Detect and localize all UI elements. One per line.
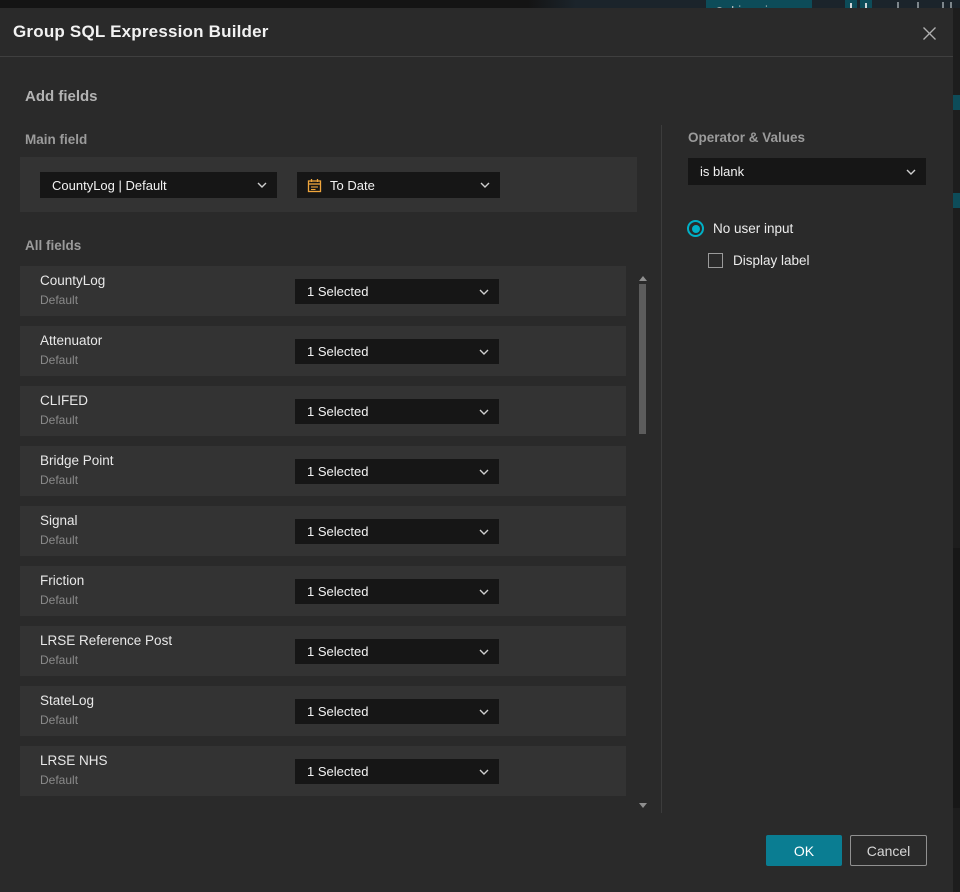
main-field-date-value: To Date <box>330 177 375 193</box>
field-subtitle: Default <box>40 653 79 667</box>
panel-divider <box>661 125 662 813</box>
main-field-select[interactable]: CountyLog | Default <box>40 172 277 198</box>
field-row: Friction Default 1 Selected <box>20 566 626 616</box>
field-name: LRSE Reference Post <box>40 633 173 648</box>
field-selected-value: 1 Selected <box>307 344 369 359</box>
operator-select-value: is blank <box>700 164 745 179</box>
field-selected-dropdown[interactable]: 1 Selected <box>295 699 499 724</box>
chevron-down-icon <box>479 769 489 775</box>
field-name: CLIFED <box>40 393 89 408</box>
field-selected-value: 1 Selected <box>307 644 369 659</box>
field-row: StateLog Default 1 Selected <box>20 686 626 736</box>
field-subtitle: Default <box>40 353 79 367</box>
background-dark-segment <box>953 548 960 808</box>
field-name: Friction <box>40 573 85 588</box>
field-name: LRSE NHS <box>40 753 108 768</box>
chevron-down-icon <box>479 349 489 355</box>
chevron-down-icon <box>479 529 489 535</box>
live-view-button[interactable]: Live view <box>706 0 812 8</box>
close-button[interactable] <box>918 22 940 44</box>
dialog-title: Group SQL Expression Builder <box>13 22 269 41</box>
field-name: CountyLog <box>40 273 106 288</box>
chevron-down-icon <box>906 169 916 175</box>
main-field-date-select[interactable]: To Date <box>297 172 500 198</box>
no-user-input-option: No user input <box>687 220 793 237</box>
radio-button-selected[interactable] <box>687 220 704 237</box>
add-fields-heading: Add fields <box>25 88 98 105</box>
field-subtitle: Default <box>40 593 79 607</box>
operator-values-heading: Operator & Values <box>688 130 806 145</box>
field-selected-value: 1 Selected <box>307 704 369 719</box>
background-teal-segment <box>953 193 960 208</box>
group-sql-expression-builder-dialog: Group SQL Expression Builder Add fields … <box>0 8 953 892</box>
dialog-title-bar: Group SQL Expression Builder <box>0 8 953 57</box>
cancel-button[interactable]: Cancel <box>850 835 927 866</box>
field-subtitle: Default <box>40 413 79 427</box>
field-name: Attenuator <box>40 333 103 348</box>
field-selected-value: 1 Selected <box>307 584 369 599</box>
main-field-label: Main field <box>25 132 88 147</box>
radio-dot <box>691 224 700 233</box>
field-subtitle: Default <box>40 713 79 727</box>
calendar-icon <box>307 178 322 193</box>
toolbar-button[interactable] <box>845 0 857 8</box>
scroll-down-icon[interactable] <box>639 803 647 808</box>
field-subtitle: Default <box>40 773 79 787</box>
no-user-input-label: No user input <box>713 221 794 236</box>
chevron-down-icon <box>479 409 489 415</box>
screen: Live view Group SQL Expression Builder A… <box>0 0 960 892</box>
ok-button[interactable]: OK <box>766 835 842 866</box>
background-teal-segment <box>953 95 960 110</box>
field-selected-dropdown[interactable]: 1 Selected <box>295 639 499 664</box>
field-selected-value: 1 Selected <box>307 284 369 299</box>
fields-scrollbar[interactable] <box>638 262 647 810</box>
chevron-down-icon <box>479 289 489 295</box>
field-subtitle: Default <box>40 533 79 547</box>
chevron-down-icon <box>479 649 489 655</box>
background-app-topbar: Live view <box>0 0 960 8</box>
background-app-right-sliver <box>953 8 960 892</box>
field-row: LRSE Reference Post Default 1 Selected <box>20 626 626 676</box>
scroll-up-icon[interactable] <box>639 276 647 281</box>
field-selected-dropdown[interactable]: 1 Selected <box>295 339 499 364</box>
chevron-down-icon <box>480 182 490 188</box>
main-field-container: CountyLog | Default To Date <box>20 157 637 212</box>
display-label-text: Display label <box>733 253 810 268</box>
field-subtitle: Default <box>40 473 79 487</box>
field-selected-value: 1 Selected <box>307 404 369 419</box>
field-name: Bridge Point <box>40 453 114 468</box>
field-row: CLIFED Default 1 Selected <box>20 386 626 436</box>
chevron-down-icon <box>479 709 489 715</box>
operator-select[interactable]: is blank <box>688 158 926 185</box>
field-selected-value: 1 Selected <box>307 764 369 779</box>
close-icon <box>922 26 936 40</box>
field-selected-dropdown[interactable]: 1 Selected <box>295 399 499 424</box>
field-row: Attenuator Default 1 Selected <box>20 326 626 376</box>
scrollbar-thumb[interactable] <box>639 284 646 434</box>
field-selected-dropdown[interactable]: 1 Selected <box>295 279 499 304</box>
chevron-down-icon <box>479 469 489 475</box>
field-name: Signal <box>40 513 78 528</box>
field-row: Signal Default 1 Selected <box>20 506 626 556</box>
field-selected-dropdown[interactable]: 1 Selected <box>295 759 499 784</box>
main-field-select-value: CountyLog | Default <box>52 177 167 193</box>
display-label-checkbox[interactable] <box>708 253 723 268</box>
chevron-down-icon <box>479 589 489 595</box>
toolbar-button[interactable] <box>860 0 872 8</box>
field-selected-value: 1 Selected <box>307 524 369 539</box>
display-label-option: Display label <box>708 253 810 268</box>
field-selected-dropdown[interactable]: 1 Selected <box>295 519 499 544</box>
field-selected-value: 1 Selected <box>307 464 369 479</box>
field-subtitle: Default <box>40 293 79 307</box>
field-row: Bridge Point Default 1 Selected <box>20 446 626 496</box>
field-selected-dropdown[interactable]: 1 Selected <box>295 579 499 604</box>
field-row: CountyLog Default 1 Selected <box>20 266 626 316</box>
all-fields-label: All fields <box>25 238 82 253</box>
field-selected-dropdown[interactable]: 1 Selected <box>295 459 499 484</box>
chevron-down-icon <box>257 182 267 188</box>
field-name: StateLog <box>40 693 95 708</box>
field-row: LRSE NHS Default 1 Selected <box>20 746 626 796</box>
